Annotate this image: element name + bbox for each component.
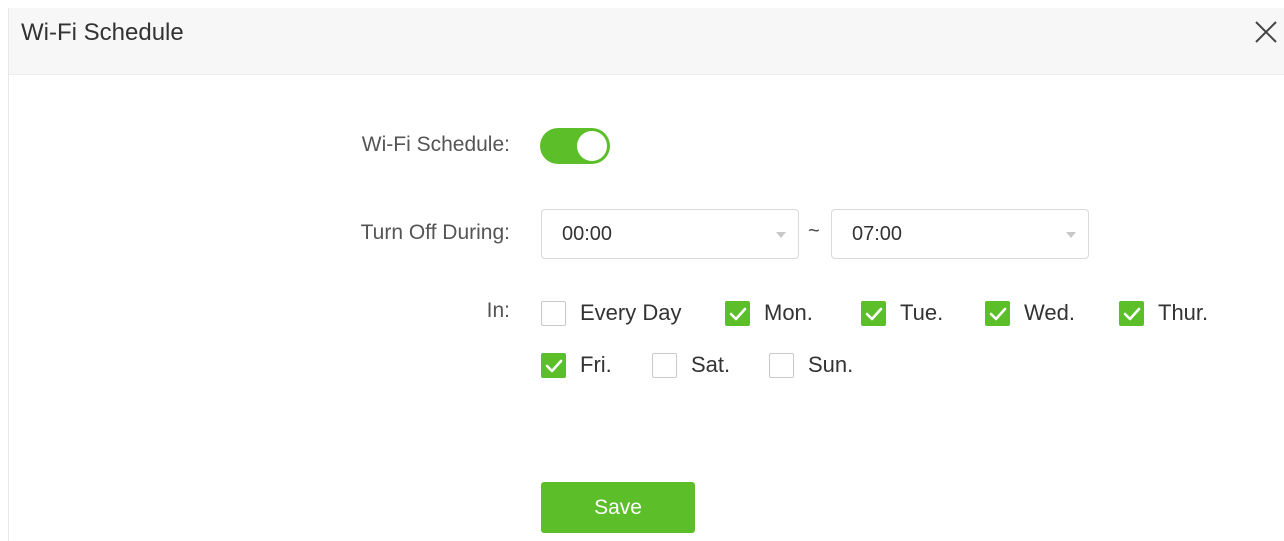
- day-checkbox-every-day[interactable]: Every Day: [541, 299, 681, 327]
- schedule-label: Wi-Fi Schedule:: [361, 133, 510, 156]
- checkbox-label: Thur.: [1158, 300, 1209, 325]
- wifi-schedule-dialog: Wi-Fi Schedule: [8, 8, 1284, 541]
- day-checkbox-tue[interactable]: Tue.: [861, 299, 943, 327]
- day-checkbox-mon[interactable]: Mon.: [725, 299, 813, 327]
- day-checkbox-sat[interactable]: Sat.: [652, 351, 730, 379]
- turn-off-label: Turn Off During:: [360, 221, 510, 244]
- checkbox-label: Wed.: [1024, 300, 1075, 325]
- checkbox-box: [541, 300, 566, 326]
- chevron-down-icon: [776, 232, 786, 238]
- checkbox-label: Sun.: [808, 352, 854, 377]
- checkmark-icon: [1123, 307, 1141, 320]
- day-checkbox-fri[interactable]: Fri.: [541, 351, 612, 379]
- checkmark-icon: [545, 359, 563, 372]
- schedule-toggle[interactable]: [540, 128, 610, 164]
- checkbox-label: Tue.: [900, 300, 944, 325]
- day-checkbox-sun[interactable]: Sun.: [769, 351, 853, 379]
- start-time-value: 00:00: [562, 223, 613, 245]
- checkbox-box: [652, 352, 677, 378]
- checkmark-icon: [989, 307, 1007, 320]
- dialog-title: Wi-Fi Schedule: [21, 19, 184, 46]
- close-button[interactable]: [1250, 16, 1282, 48]
- checkbox-box: [769, 352, 794, 378]
- checkbox-label: Fri.: [580, 352, 612, 377]
- checkbox-box: [725, 300, 750, 326]
- checkmark-icon: [865, 307, 883, 320]
- dialog-header: Wi-Fi Schedule: [9, 8, 1284, 75]
- checkbox-label: Every Day: [580, 300, 682, 325]
- close-icon: [1255, 21, 1277, 43]
- day-checkbox-wed[interactable]: Wed.: [985, 299, 1075, 327]
- checkbox-label: Sat.: [691, 352, 731, 377]
- toggle-knob: [577, 131, 607, 161]
- checkmark-icon: [729, 307, 747, 320]
- save-button[interactable]: Save: [541, 482, 695, 533]
- end-time-select[interactable]: 07:00: [831, 209, 1089, 259]
- checkbox-box: [861, 300, 886, 326]
- end-time-value: 07:00: [852, 223, 903, 245]
- checkbox-box: [985, 300, 1010, 326]
- in-label: In:: [486, 299, 510, 322]
- checkbox-box: [541, 352, 566, 378]
- checkbox-label: Mon.: [764, 300, 813, 325]
- chevron-down-icon: [1066, 232, 1076, 238]
- day-checkbox-thur[interactable]: Thur.: [1119, 299, 1208, 327]
- checkbox-box: [1119, 300, 1144, 326]
- time-range-separator: ~: [808, 220, 820, 242]
- start-time-select[interactable]: 00:00: [541, 209, 799, 259]
